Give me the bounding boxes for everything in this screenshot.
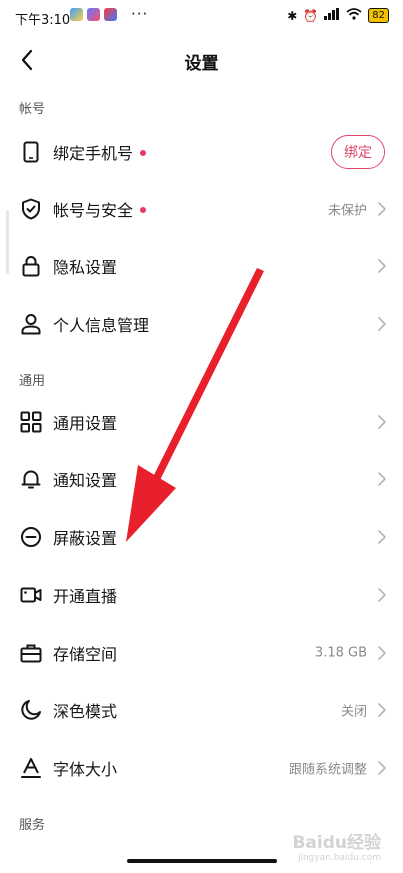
status-time: 下午3:10 (15, 13, 71, 28)
row-label: 字体大小 (53, 760, 118, 779)
settings-row-block[interactable]: 屏蔽设置 (0, 509, 403, 565)
chevron-right-icon (378, 317, 386, 331)
nav-bar: 设置 (0, 40, 403, 80)
section-title-account: 帐号 (19, 102, 46, 117)
chevron-right-icon (378, 472, 386, 486)
phone-icon (23, 141, 39, 163)
settings-row-bind-phone[interactable]: 绑定手机号 绑定 (0, 124, 403, 180)
person-icon (21, 314, 41, 335)
chevron-right-icon (378, 588, 386, 602)
browser-notification-icon (104, 8, 117, 21)
chevron-right-icon (378, 761, 386, 775)
chevron-right-icon (378, 530, 386, 544)
section-title-service: 服务 (19, 818, 46, 833)
block-icon (21, 527, 41, 547)
row-label: 个人信息管理 (53, 316, 150, 335)
row-label: 通用设置 (53, 414, 118, 433)
bluetooth-icon: ✱ (287, 8, 298, 23)
row-label: 深色模式 (53, 702, 118, 721)
status-bar: 下午3:10 ··· ✱ ⏰ 82 (0, 0, 403, 34)
app-notification-icon (70, 8, 83, 21)
row-label-with-dot: 绑定手机号 (53, 140, 147, 164)
font-size-icon (21, 758, 41, 778)
status-right: ✱ ⏰ 82 (287, 8, 389, 23)
section-title-general: 通用 (19, 374, 46, 389)
signal-icon (324, 8, 340, 23)
red-dot-badge (140, 149, 147, 156)
settings-row-notifications[interactable]: 通知设置 (0, 451, 403, 507)
lock-icon (22, 256, 40, 277)
row-label: 帐号与安全 (53, 201, 134, 220)
watermark-url: jingyan.baidu.com (297, 853, 381, 863)
row-label: 通知设置 (53, 471, 118, 490)
battery-icon: 82 (368, 8, 389, 23)
chevron-right-icon (378, 415, 386, 429)
settings-row-personal-info[interactable]: 个人信息管理 (0, 296, 403, 352)
video-camera-icon (20, 587, 42, 603)
moon-icon (21, 700, 41, 720)
watermark: Baidu经验 jingyan.baidu.com (292, 828, 381, 863)
chevron-right-icon (378, 259, 386, 273)
shield-check-icon (22, 198, 40, 220)
settings-row-general-settings[interactable]: 通用设置 (0, 394, 403, 450)
row-label: 绑定手机号 (53, 144, 134, 163)
row-value: 关闭 (340, 704, 367, 720)
row-label: 开通直播 (53, 587, 118, 606)
row-label: 隐私设置 (53, 258, 118, 277)
settings-row-privacy[interactable]: 隐私设置 (0, 238, 403, 294)
more-notifications-icon: ··· (131, 5, 149, 23)
watermark-logo-text: Baidu经验 (292, 833, 381, 853)
alarm-icon: ⏰ (303, 8, 319, 23)
row-label-with-dot: 帐号与安全 (53, 197, 147, 221)
page-title: 设置 (184, 54, 219, 74)
bind-phone-button[interactable]: 绑定 (331, 135, 385, 169)
settings-row-live[interactable]: 开通直播 (0, 567, 403, 623)
chevron-right-icon (378, 202, 386, 216)
row-label: 屏蔽设置 (53, 529, 118, 548)
chevron-right-icon (378, 703, 386, 717)
settings-row-dark-mode[interactable]: 深色模式 关闭 (0, 682, 403, 738)
row-value: 3.18 GB (314, 645, 367, 661)
row-value: 未保护 (327, 203, 367, 219)
settings-row-storage[interactable]: 存储空间 3.18 GB (0, 625, 403, 681)
red-dot-badge (140, 206, 147, 213)
play-notification-icon (87, 8, 100, 21)
bell-icon (21, 470, 41, 489)
row-value: 跟随系统调整 (288, 762, 367, 778)
chevron-right-icon (378, 646, 386, 660)
settings-row-font-size[interactable]: 字体大小 跟随系统调整 (0, 740, 403, 796)
briefcase-icon (20, 644, 42, 663)
settings-row-account-security[interactable]: 帐号与安全 未保护 (0, 181, 403, 237)
grid-icon (20, 411, 42, 433)
wifi-icon (346, 8, 362, 23)
notification-icons (70, 8, 117, 21)
home-indicator[interactable] (127, 859, 277, 863)
row-label: 存储空间 (53, 645, 118, 664)
